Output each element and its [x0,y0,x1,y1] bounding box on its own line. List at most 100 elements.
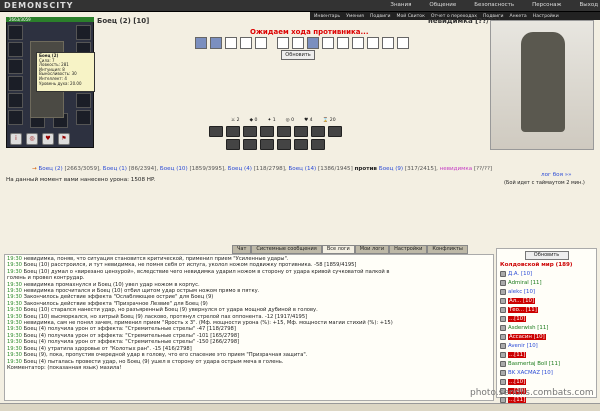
update-button[interactable]: Обновить [281,50,315,60]
player-row[interactable]: ...[11] [500,350,593,359]
flag-button[interactable]: ⚑ [58,133,70,145]
defense-slot[interactable] [397,36,409,49]
player-row[interactable]: Ассасин [10] [500,332,593,341]
fighter-token[interactable]: Боец (14) [288,166,316,172]
player-row[interactable]: ...[10] [500,314,593,323]
fighter-token[interactable]: Боец (1) [103,166,127,172]
player-name-link[interactable]: Тео... [11] [508,306,538,313]
player-name-link[interactable]: ...[10] [508,378,527,385]
info-button[interactable]: i [10,133,22,145]
defense-slot[interactable] [352,36,364,49]
heart-button[interactable]: ♥ [42,133,54,145]
skill-button[interactable] [277,139,291,150]
battle-stat: ⚔ 2 [231,118,240,123]
player-row[interactable]: ...[10] [500,377,593,386]
subnav-item[interactable]: Умения [346,14,364,19]
player-name-link[interactable]: Admiral [11] [508,280,542,286]
defense-slot[interactable] [367,36,379,49]
player-name-link[interactable]: Basmertaj Boll [11] [508,361,560,367]
defense-slot[interactable] [382,36,394,49]
player-row[interactable]: alekc [10] [500,287,593,296]
nav-item[interactable]: Выход [579,2,598,10]
skill-button[interactable] [260,126,274,137]
swap-button[interactable]: ◎ [26,133,38,145]
player-name-link[interactable]: Д.А. [10] [508,271,532,277]
defense-slot[interactable] [292,36,304,49]
defense-slot[interactable] [337,36,349,49]
attack-slot[interactable] [225,36,237,49]
player-name-link[interactable]: ...[11] [508,351,527,358]
attack-slot[interactable] [210,36,222,49]
skill-button[interactable] [243,126,257,137]
player-row[interactable]: Asderwish [11] [500,323,593,332]
nav-item[interactable]: Безопасность [474,2,514,10]
player-name-link[interactable]: Asderwish [11] [508,325,548,331]
equipment-slot[interactable] [8,42,23,57]
player-row[interactable]: Basmertaj Boll [11] [500,359,593,368]
player-name-link[interactable]: Ассасин [10] [508,333,546,340]
subnav-item[interactable]: Подвиги [370,14,391,19]
subnav-item[interactable]: Настройки [533,14,559,19]
equipment-slot[interactable] [8,93,23,108]
player-row[interactable]: Ал... [10] [500,296,593,305]
fighter-token[interactable]: Боец (4) [228,166,252,172]
skill-button[interactable] [311,126,325,137]
skill-button[interactable] [209,126,223,137]
equipment-slot[interactable] [76,110,91,125]
chat-time: 19:30 [7,358,24,365]
skill-button[interactable] [243,139,257,150]
refresh-button[interactable]: Обновить [524,251,569,260]
subnav-item[interactable]: Мой Свиток [396,14,424,19]
player-name-link[interactable]: Avenir [10] [508,343,538,349]
fighter-token[interactable]: Боец (9) [379,166,403,172]
attack-slot[interactable] [195,36,207,49]
chat-time: 19:30 [7,345,24,352]
equipment-slot[interactable] [8,59,23,74]
nav-item[interactable]: Знания [390,2,411,10]
equipment-slot[interactable] [8,76,23,91]
equipment-slot[interactable] [8,110,23,125]
attack-slot[interactable] [240,36,252,49]
skill-button[interactable] [260,139,274,150]
subnav-item[interactable]: Инвентарь [314,14,340,19]
skill-button[interactable] [226,126,240,137]
player-row[interactable]: Admiral [11] [500,278,593,287]
skill-button[interactable] [294,139,308,150]
player-row[interactable]: Д.А. [10] [500,269,593,278]
chat-tab[interactable]: Мои логи [354,245,390,254]
defense-slot[interactable] [307,36,319,49]
fighter-token[interactable]: невидимка [440,166,473,172]
defense-slot[interactable] [322,36,334,49]
player-name-link[interactable]: Ал... [10] [508,297,536,304]
player-name-link[interactable]: alekc [10] [508,289,535,295]
subnav-item[interactable]: Анкета [509,14,526,19]
skill-button[interactable] [311,139,325,150]
skill-button[interactable] [328,126,342,137]
player-row[interactable]: Тео... [11] [500,305,593,314]
skill-button[interactable] [226,139,240,150]
nav-item[interactable]: Персонаж [532,2,561,10]
fighter-token[interactable]: Боец (2) [38,166,62,172]
equipment-slot[interactable] [8,25,23,40]
chat-tab[interactable]: Все логи [321,245,355,254]
chat-tab[interactable]: Конфликты [427,245,468,254]
attack-slot[interactable] [255,36,267,49]
fighter-token[interactable]: Боец (10) [160,166,188,172]
player-row[interactable]: BK XACMAZ [10] [500,368,593,377]
fighter-token: [317/2415], [403,166,440,172]
player-name-link[interactable]: ...[10] [508,315,527,322]
clan-icon [500,378,506,385]
battle-log-link[interactable]: лог боя »» [541,172,572,178]
chat-tab[interactable]: Настройки [389,245,428,254]
skill-button[interactable] [277,126,291,137]
equipment-slot[interactable] [76,93,91,108]
nav-item[interactable]: Общение [429,2,456,10]
chat-tab[interactable]: Чат [232,245,252,254]
chat-tab[interactable]: Системные сообщения [251,245,322,254]
player-name-link[interactable]: BK XACMAZ [10] [508,370,553,376]
chat-text: невидимка, сам не понял зачем, применил … [23,320,393,327]
defense-slot[interactable] [277,36,289,49]
skill-button[interactable] [294,126,308,137]
player-row[interactable]: Avenir [10] [500,341,593,350]
equipment-slot[interactable] [76,25,91,40]
